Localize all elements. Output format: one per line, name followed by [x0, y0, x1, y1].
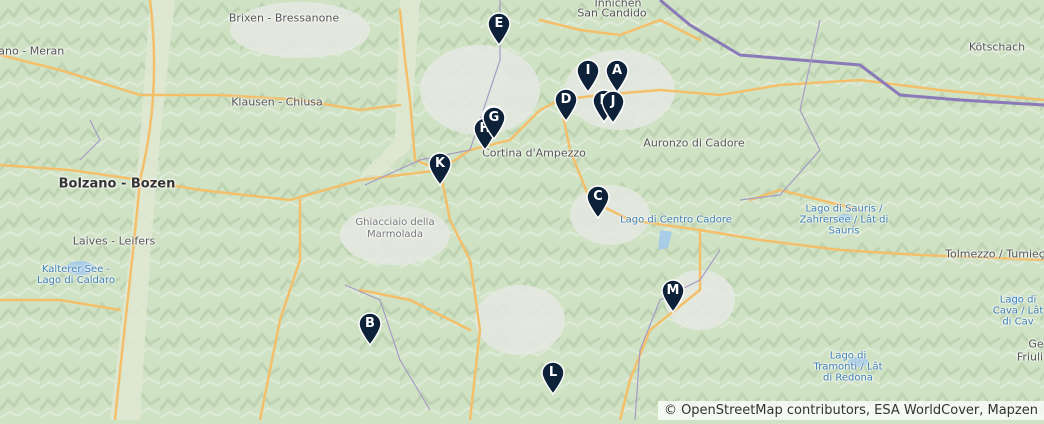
map-canvas[interactable]: Innichen San Candido Brixen - Bressanone…	[0, 0, 1044, 422]
marker-label: K	[434, 156, 446, 171]
map-marker-d[interactable]: D	[553, 88, 579, 122]
lake-label-sauris: Lago di Sauris / Zahrersee / Lât di Saur…	[799, 203, 889, 237]
map-marker-k[interactable]: K	[427, 152, 453, 186]
place-label-san-candido: San Candido	[577, 6, 647, 20]
map-marker-g-top[interactable]: G	[481, 106, 507, 140]
map-marker-b[interactable]: B	[357, 312, 383, 346]
map-marker-e[interactable]: E	[486, 12, 512, 46]
place-label-auronzo: Auronzo di Cadore	[643, 136, 745, 150]
marker-label: B	[365, 316, 375, 331]
place-label-brixen: Brixen - Bressanone	[228, 11, 340, 25]
glacier-label-marmolada: Ghiacciaio della Marmolada	[355, 217, 435, 240]
map-marker-a[interactable]: A	[604, 59, 630, 93]
place-label-bolzano: Bolzano - Bozen	[58, 176, 176, 192]
map-attribution[interactable]: © OpenStreetMap contributors, ESA WorldC…	[657, 401, 1044, 420]
map-marker-c[interactable]: C	[585, 185, 611, 219]
marker-label: I	[585, 63, 591, 78]
lake-label-tramonti: Lago di Tramonti / Lât di Redona	[813, 350, 883, 384]
map-marker-j[interactable]: J	[600, 90, 626, 124]
marker-label: G	[488, 110, 500, 125]
map-marker-l[interactable]: L	[540, 361, 566, 395]
marker-label: C	[593, 189, 603, 204]
place-label-klausen: Klausen - Chiusa	[231, 95, 323, 109]
map-marker-m[interactable]: M	[660, 279, 686, 313]
place-label-kotschach: Kötschach	[968, 40, 1026, 54]
marker-label: M	[666, 283, 680, 298]
marker-label: E	[494, 16, 504, 31]
lake-label-centro-cadore: Lago di Centro Cadore	[620, 214, 732, 226]
lake-label-kalterer: Kalterer See - Lago di Caldaro	[36, 264, 116, 286]
marker-label: J	[610, 94, 616, 109]
place-label-ge: Ge	[1028, 337, 1044, 351]
marker-label: L	[548, 365, 558, 380]
lake-label-cava: Lago di Cava / Lât di Cav	[992, 294, 1044, 328]
place-label-meran: rano - Meran	[0, 44, 65, 58]
marker-label: D	[560, 92, 572, 107]
map-marker-i[interactable]: I	[575, 59, 601, 93]
place-label-tolmezzo: Tolmezzo / Tumieç	[945, 247, 1044, 261]
place-label-friuli: Friuli	[1016, 350, 1044, 364]
marker-label: A	[611, 63, 623, 78]
place-label-laives: Laives - Leifers	[72, 234, 156, 248]
